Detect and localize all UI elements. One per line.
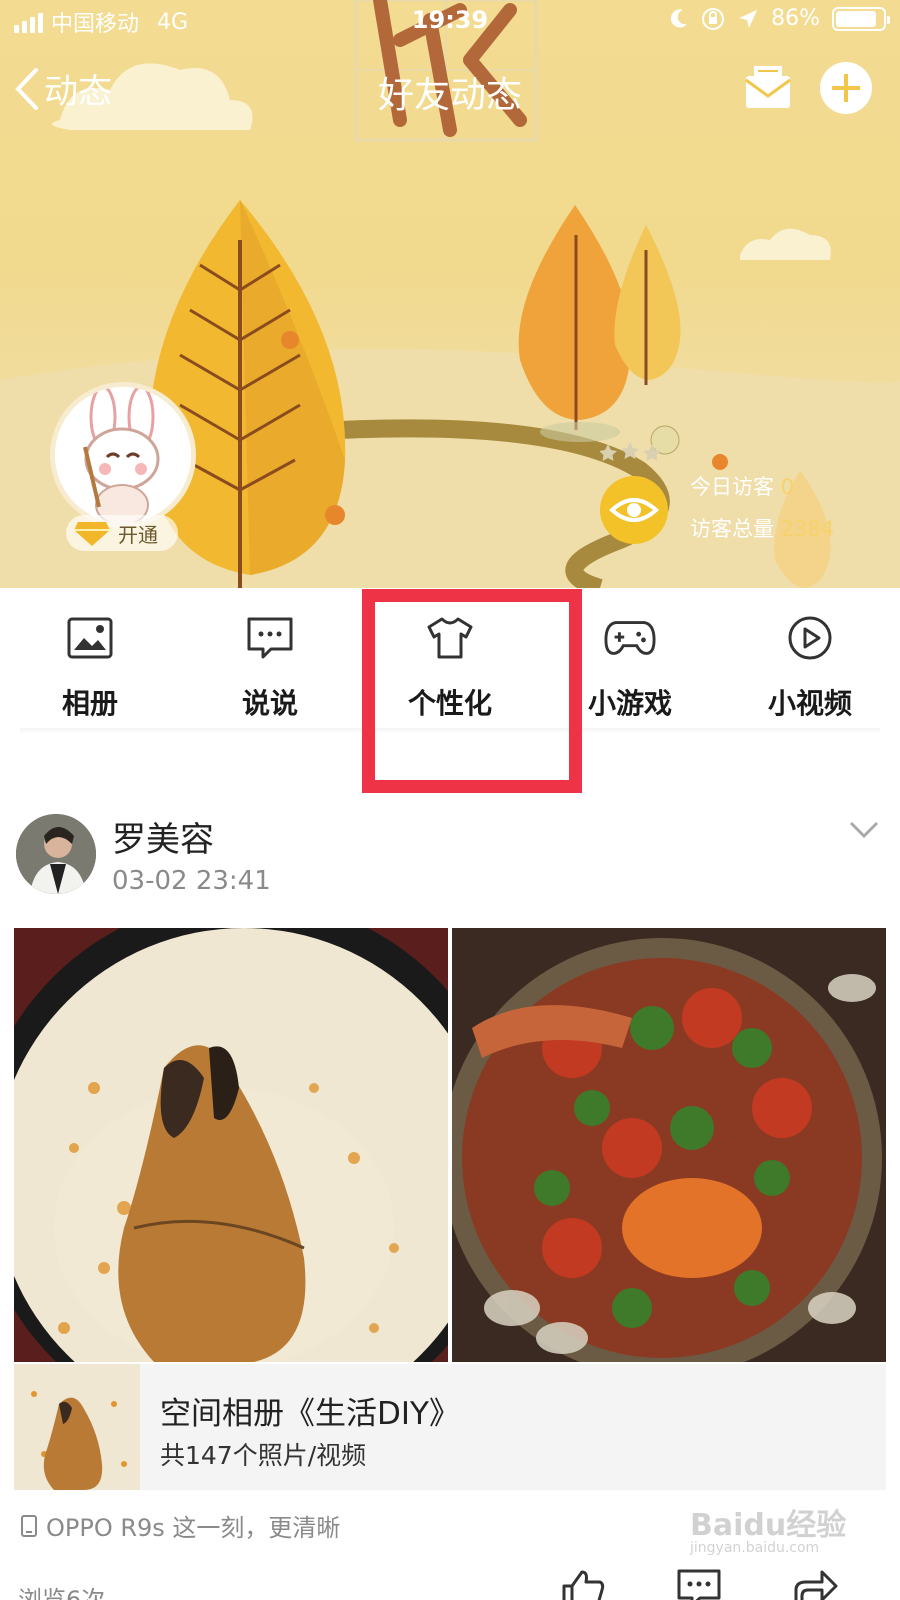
bunny-avatar-image (55, 387, 191, 523)
author-name[interactable]: 罗美容 (112, 812, 214, 861)
album-thumbnail (14, 1364, 140, 1490)
album-count: 共147个照片/视频 (160, 1441, 367, 1470)
gamepad-icon (604, 612, 656, 664)
author-avatar[interactable] (16, 814, 96, 894)
rotation-lock-icon (702, 7, 725, 30)
play-circle-icon (784, 612, 836, 664)
watermark-text: Baidu经验 (690, 1508, 847, 1543)
seafood-pot-photo (452, 928, 886, 1362)
visitor-stats[interactable]: 今日访客 0 访客总量 2384 (690, 466, 834, 550)
highlight-box (362, 589, 582, 793)
device-text: OPPO R9s 这一刻，更清晰 (46, 1514, 341, 1542)
post-photo[interactable] (14, 928, 448, 1362)
diamond-icon (74, 522, 110, 546)
post-header: 罗美容 03-02 23:41 (0, 808, 900, 908)
navigation-bar: 动态 好友动态 (0, 56, 900, 126)
moon-icon (671, 8, 688, 27)
post-photo[interactable] (452, 928, 886, 1362)
speech-bubble-icon (244, 612, 296, 664)
eye-icon (609, 498, 659, 522)
album-card[interactable]: 空间相册《生活DIY》 共147个照片/视频 (14, 1364, 886, 1490)
total-visitors-value: 2384 (780, 517, 835, 541)
crab-claw-photo (14, 928, 448, 1362)
chevron-down-icon[interactable] (848, 820, 880, 840)
baidu-watermark: Baidu经验 jingyan.baidu.com (690, 1500, 846, 1556)
menu-item-label: 说说 (241, 687, 298, 720)
like-icon[interactable] (560, 1568, 606, 1600)
phone-icon (21, 1514, 37, 1537)
view-count: 浏览6次 (18, 1586, 106, 1600)
battery-percent: 86% (771, 6, 820, 31)
menu-item-label: 小视频 (767, 687, 852, 720)
comment-icon[interactable] (676, 1568, 722, 1600)
menu-item-short-video[interactable]: 小视频 (720, 588, 900, 738)
menu-item-shuoshuo[interactable]: 说说 (180, 588, 360, 738)
location-arrow-icon (739, 9, 758, 28)
photo-icon (64, 612, 116, 664)
add-button[interactable] (820, 62, 872, 114)
author-photo (16, 814, 96, 894)
rating-stars-icon (600, 442, 660, 461)
device-info: OPPO R9s 这一刻，更清晰 (20, 1508, 340, 1543)
battery-icon (832, 6, 890, 31)
cover-banner[interactable]: 中国移动 4G 19:39 86% 动态 好友动态 开通 今日访客 0 访客总量… (0, 0, 900, 588)
post-time: 03-02 23:41 (112, 866, 271, 896)
menu-item-album[interactable]: 相册 (0, 588, 180, 738)
share-icon[interactable] (792, 1568, 838, 1600)
vip-open-button[interactable]: 开通 (66, 515, 178, 551)
menu-item-label: 相册 (61, 687, 118, 720)
avatar[interactable] (50, 382, 196, 528)
menu-item-label: 小游戏 (587, 687, 672, 720)
mail-icon[interactable] (742, 64, 794, 112)
vip-label: 开通 (118, 522, 158, 547)
post-photos (14, 928, 886, 1362)
crab-claw-thumbnail (14, 1364, 140, 1490)
today-visitors-label: 今日访客 (690, 475, 774, 499)
status-bar: 中国移动 4G 19:39 86% (0, 0, 900, 40)
album-title: 空间相册《生活DIY》 (160, 1396, 460, 1432)
total-visitors-label: 访客总量 (690, 517, 774, 541)
visitors-button[interactable] (600, 476, 668, 544)
today-visitors-value: 0 (780, 475, 795, 499)
